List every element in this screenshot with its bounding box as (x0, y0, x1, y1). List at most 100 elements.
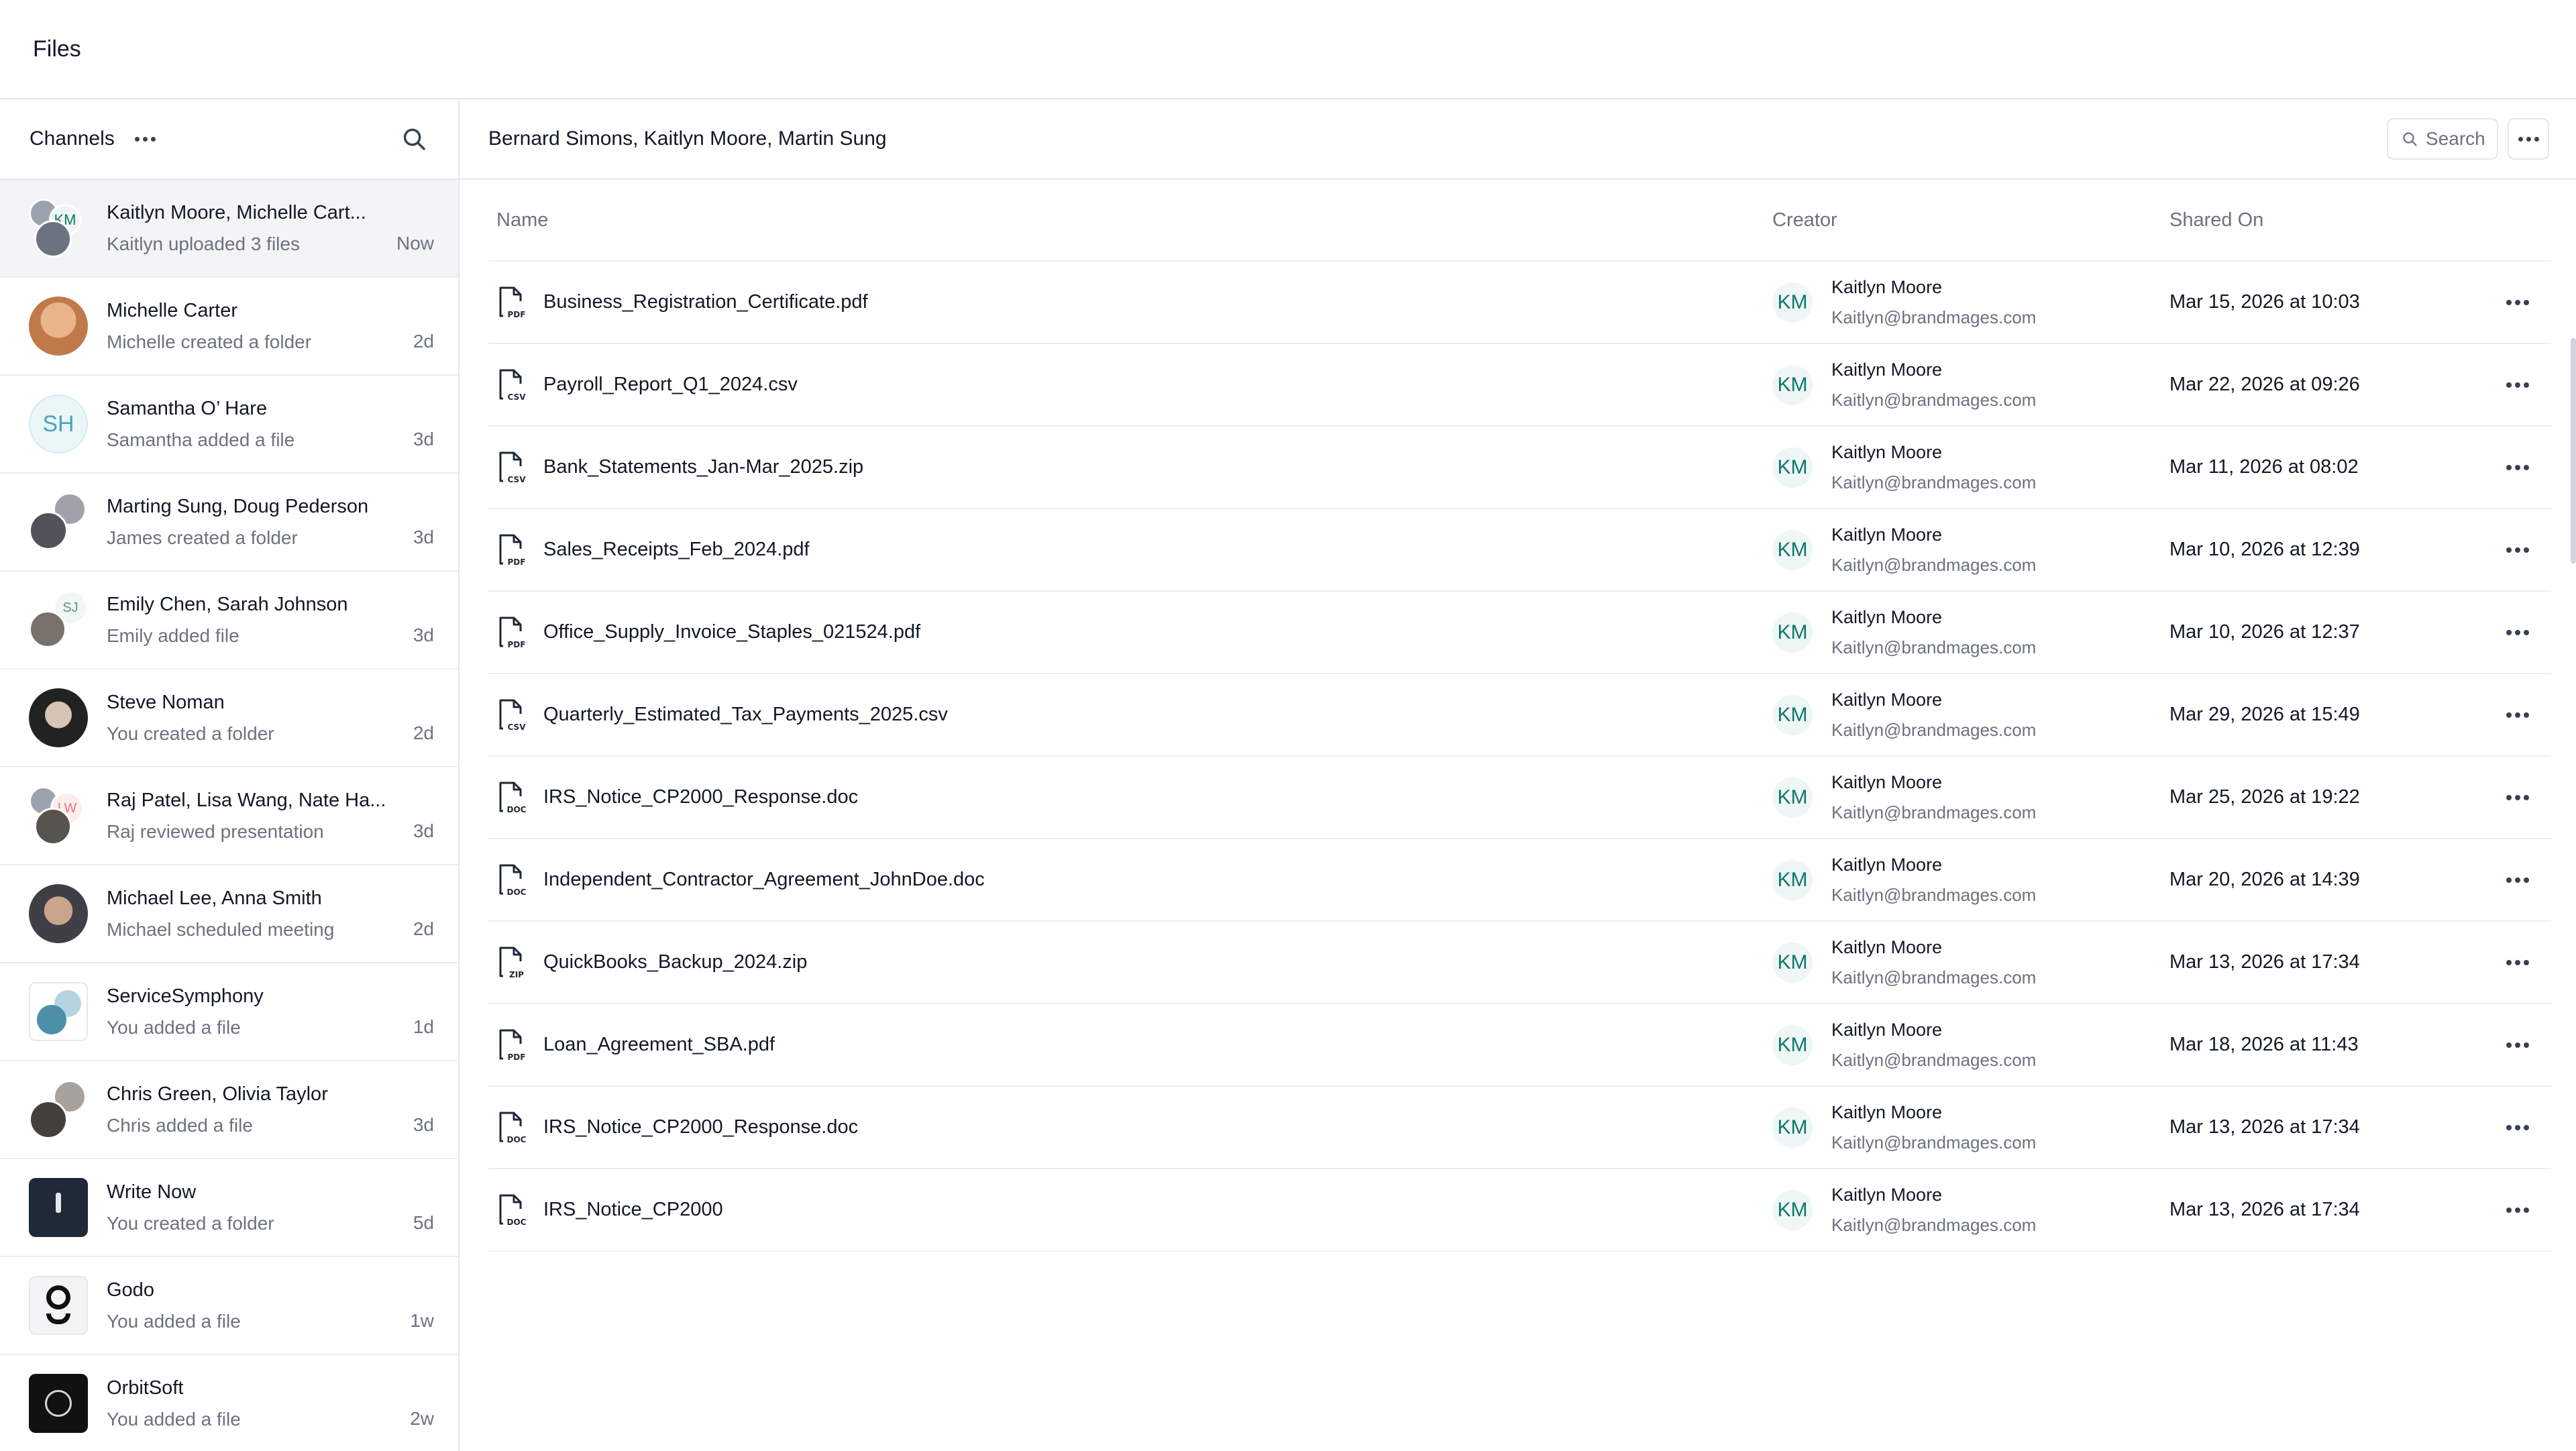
table-row[interactable]: DOC Independent_Contractor_Agreement_John… (488, 839, 2551, 922)
table-row[interactable]: PDF Office_Supply_Invoice_Staples_021524.… (488, 592, 2551, 674)
channel-last-activity: Samantha added a file (107, 429, 295, 450)
creator-email: Kaitlyn@brandmages.com (1831, 1132, 2037, 1152)
table-row[interactable]: CSV Bank_Statements_Jan-Mar_2025.zip KM Kai… (488, 427, 2551, 509)
channel-time: Now (396, 233, 434, 254)
channel-item[interactable]: Marting Sung, Doug Pederson James created… (0, 474, 458, 572)
file-name-cell: PDF Business_Registration_Certificate.pdf (488, 285, 1772, 320)
column-header-creator[interactable]: Creator (1772, 209, 2169, 231)
file-name[interactable]: IRS_Notice_CP2000_Response.doc (543, 786, 858, 808)
shared-on-date: Mar 20, 2026 at 14:39 (2169, 869, 2360, 890)
creator-avatar: KM (1772, 447, 1813, 488)
sidebar-title: Channels (30, 127, 115, 150)
channel-item[interactable]: ServiceSymphony You added a file 1d (0, 963, 458, 1061)
file-name[interactable]: Quarterly_Estimated_Tax_Payments_2025.cs… (543, 704, 948, 726)
channel-text: Write Now You created a folder (107, 1181, 434, 1234)
file-name[interactable]: IRS_Notice_CP2000 (543, 1199, 723, 1221)
file-name[interactable]: Business_Registration_Certificate.pdf (543, 291, 868, 313)
file-name-cell: PDF Loan_Agreement_SBA.pdf (488, 1028, 1772, 1063)
channel-text: Raj Patel, Lisa Wang, Nate Ha... Raj revi… (107, 790, 434, 843)
table-row[interactable]: DOC IRS_Notice_CP2000_Response.doc KM Kaitl… (488, 757, 2551, 839)
channel-item[interactable]: OrbitSoft You added a file 2w (0, 1355, 458, 1451)
avatar (29, 884, 88, 943)
main-area: Channels KM Kaitlyn Moore, Michelle Cart.… (0, 99, 2576, 1451)
creator-text: Kaitlyn Moore Kaitlyn@brandmages.com (1831, 1185, 2036, 1236)
creator-avatar: KM (1772, 612, 1813, 653)
channel-name: Godo (107, 1279, 154, 1301)
table-row[interactable]: PDF Business_Registration_Certificate.pdf… (488, 262, 2551, 344)
shared-on-date: Mar 11, 2026 at 08:02 (2169, 456, 2359, 478)
row-more-icon[interactable] (2506, 629, 2529, 635)
row-more-icon[interactable] (2506, 1207, 2529, 1213)
channel-time: 3d (413, 527, 434, 547)
channel-name: Samantha O’ Hare (107, 397, 268, 419)
row-more-icon[interactable] (2506, 712, 2529, 718)
channel-item[interactable]: SJ Emily Chen, Sarah Johnson Emily added f… (0, 572, 458, 669)
channels-more-icon[interactable] (134, 136, 156, 142)
search-icon[interactable] (399, 124, 429, 154)
file-name[interactable]: QuickBooks_Backup_2024.zip (543, 951, 807, 973)
search-button[interactable]: Search (2387, 118, 2498, 160)
channel-item[interactable]: Write Now You created a folder 5d (0, 1159, 458, 1257)
creator-email: Kaitlyn@brandmages.com (1831, 967, 2037, 987)
channel-item[interactable]: LW Raj Patel, Lisa Wang, Nate Ha... Raj re… (0, 767, 458, 865)
file-name[interactable]: Independent_Contractor_Agreement_JohnDoe… (543, 869, 985, 891)
channel-item[interactable]: KM Kaitlyn Moore, Michelle Cart... Kaitlyn… (0, 180, 458, 278)
shared-on-cell: Mar 10, 2026 at 12:37 (2169, 621, 2484, 643)
file-name[interactable]: IRS_Notice_CP2000_Response.doc (543, 1116, 858, 1138)
shared-on-cell: Mar 22, 2026 at 09:26 (2169, 374, 2484, 396)
scrollbar[interactable] (2571, 338, 2576, 563)
file-icon: CSV (496, 698, 527, 733)
channel-name: Chris Green, Olivia Taylor (107, 1083, 328, 1105)
table-row[interactable]: PDF Loan_Agreement_SBA.pdf KM Kaitlyn Moore… (488, 1004, 2551, 1087)
channel-item[interactable]: SH Samantha O’ Hare Samantha added a file 3… (0, 376, 458, 474)
channel-item[interactable]: Michael Lee, Anna Smith Michael scheduled… (0, 865, 458, 963)
file-name[interactable]: Payroll_Report_Q1_2024.csv (543, 374, 798, 396)
file-name[interactable]: Bank_Statements_Jan-Mar_2025.zip (543, 456, 863, 478)
creator-email: Kaitlyn@brandmages.com (1831, 307, 2037, 327)
channel-name: Raj Patel, Lisa Wang, Nate Ha... (107, 789, 386, 811)
row-more-icon[interactable] (2506, 959, 2529, 965)
channel-last-activity: Michael scheduled meeting (107, 918, 335, 940)
creator-avatar: KM (1772, 529, 1813, 570)
file-icon: DOC (496, 1193, 527, 1228)
file-name[interactable]: Sales_Receipts_Feb_2024.pdf (543, 539, 810, 561)
table-row[interactable]: CSV Payroll_Report_Q1_2024.csv KM Kaitlyn M… (488, 344, 2551, 427)
channel-item[interactable]: Michelle Carter Michelle created a folder… (0, 278, 458, 376)
row-more-icon[interactable] (2506, 382, 2529, 388)
table-row[interactable]: ZIP QuickBooks_Backup_2024.zip KM Kaitlyn M… (488, 922, 2551, 1004)
table-row[interactable]: CSV Quarterly_Estimated_Tax_Payments_2025… (488, 674, 2551, 757)
creator-name: Kaitlyn Moore (1831, 689, 1943, 710)
shared-on-cell: Mar 15, 2026 at 10:03 (2169, 291, 2484, 313)
row-actions-cell (2484, 299, 2551, 305)
file-name-cell: ZIP QuickBooks_Backup_2024.zip (488, 945, 1772, 980)
channel-text: Kaitlyn Moore, Michelle Cart... Kaitlyn u… (107, 202, 434, 255)
row-more-icon[interactable] (2506, 1124, 2529, 1130)
row-actions-cell (2484, 712, 2551, 718)
file-type-label: CSV (508, 722, 527, 732)
channel-time: 3d (413, 429, 434, 449)
more-options-button[interactable] (2508, 118, 2549, 160)
table-row[interactable]: PDF Sales_Receipts_Feb_2024.pdf KM Kaitlyn … (488, 509, 2551, 592)
channel-item[interactable]: Godo You added a file 1w (0, 1257, 458, 1355)
channel-item[interactable]: Chris Green, Olivia Taylor Chris added a … (0, 1061, 458, 1159)
table-row[interactable]: DOC IRS_Notice_CP2000 KM Kaitlyn Moore Kaitl… (488, 1169, 2551, 1252)
creator-email: Kaitlyn@brandmages.com (1831, 1214, 2037, 1235)
creator-email: Kaitlyn@brandmages.com (1831, 472, 2037, 492)
column-header-name[interactable]: Name (488, 209, 1772, 231)
row-more-icon[interactable] (2506, 464, 2529, 470)
column-header-shared-on[interactable]: Shared On (2169, 209, 2484, 231)
row-more-icon[interactable] (2506, 1042, 2529, 1048)
row-more-icon[interactable] (2506, 547, 2529, 553)
channel-text: Steve Noman You created a folder (107, 692, 434, 745)
channel-item[interactable]: Steve Noman You created a folder 2d (0, 669, 458, 767)
row-more-icon[interactable] (2506, 877, 2529, 883)
file-type-label: PDF (508, 557, 526, 567)
file-name[interactable]: Loan_Agreement_SBA.pdf (543, 1034, 775, 1056)
channel-text: Chris Green, Olivia Taylor Chris added a … (107, 1083, 434, 1136)
shared-on-cell: Mar 13, 2026 at 17:34 (2169, 1199, 2484, 1221)
table-row[interactable]: DOC IRS_Notice_CP2000_Response.doc KM Kaitl… (488, 1087, 2551, 1169)
row-more-icon[interactable] (2506, 794, 2529, 800)
channel-text: Samantha O’ Hare Samantha added a file (107, 398, 434, 451)
row-more-icon[interactable] (2506, 299, 2529, 305)
file-name[interactable]: Office_Supply_Invoice_Staples_021524.pdf (543, 621, 920, 643)
